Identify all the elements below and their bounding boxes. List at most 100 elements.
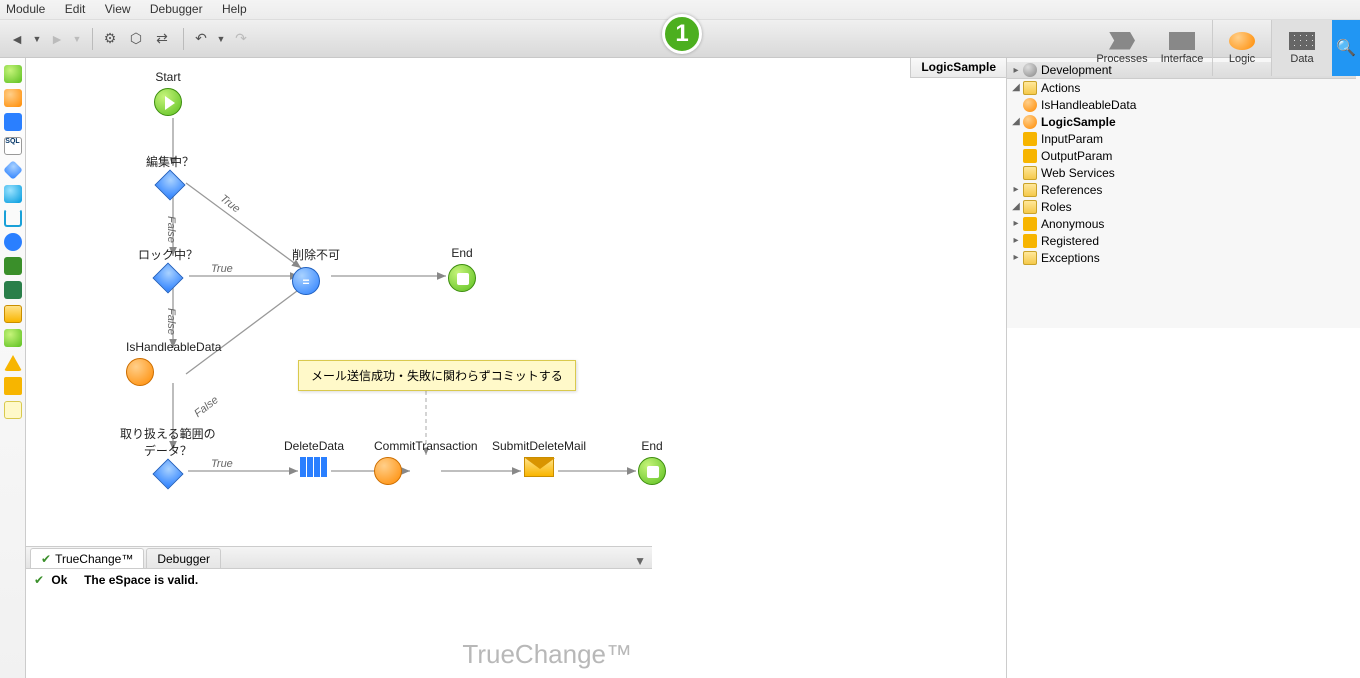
tool-end-icon[interactable]	[4, 329, 22, 347]
nav-forward-button[interactable]: ►	[46, 28, 68, 50]
undo-button[interactable]: ↶	[190, 28, 212, 50]
flow-canvas[interactable]: LogicSample False True True	[26, 58, 1006, 678]
navtabs: Processes Interface Logic Data 🔍	[1092, 20, 1360, 76]
interface-icon	[1169, 32, 1195, 50]
if-icon	[154, 169, 185, 200]
tool-if-icon[interactable]	[3, 160, 23, 180]
step-badge-1: 1	[662, 14, 702, 54]
tool-sql-icon[interactable]: SQL	[4, 137, 22, 155]
tree-references[interactable]: ▸ References	[1007, 181, 1356, 198]
input-param-icon	[1023, 132, 1037, 146]
node-end-label: End	[448, 246, 476, 260]
tab-debugger[interactable]: Debugger	[146, 548, 221, 568]
redo-button[interactable]: ↷	[230, 28, 252, 50]
node-aggregate-label: DeleteData	[284, 439, 344, 453]
tool-foreach-icon[interactable]	[4, 209, 22, 227]
tool-excel-to-recordlist-icon[interactable]	[4, 281, 22, 299]
node-aggregate-deletedata[interactable]: DeleteData	[284, 439, 344, 481]
nav-back-button[interactable]: ◄	[6, 28, 28, 50]
edge-label-true: True	[218, 193, 243, 216]
tool-comment-icon[interactable]	[4, 401, 22, 419]
menu-module[interactable]: Module	[6, 2, 45, 16]
tree-ishandleable-label: IsHandleableData	[1041, 98, 1136, 112]
tool-sendmail-icon[interactable]	[4, 305, 22, 323]
node-action-commit[interactable]: CommitTransaction	[374, 439, 478, 485]
node-action-ishandleable[interactable]: IsHandleableData	[126, 340, 221, 386]
search-icon: 🔍	[1336, 38, 1356, 58]
node-if-editing-label: 編集中？	[146, 153, 194, 170]
navtab-processes[interactable]: Processes	[1092, 20, 1152, 76]
node-start[interactable]: Start	[154, 70, 182, 116]
nav-back-dropdown[interactable]: ▼	[32, 28, 42, 50]
tree-role-anonymous[interactable]: ▸ Anonymous	[1007, 215, 1356, 232]
tool-start-icon[interactable]	[4, 65, 22, 83]
node-mail-submit[interactable]: SubmitDeleteMail	[492, 439, 586, 481]
gear-icon[interactable]: ⚙	[99, 28, 121, 50]
node-if-range[interactable]: 取り扱える範囲の データ？	[120, 425, 216, 488]
canvas-tab[interactable]: LogicSample	[910, 58, 1006, 78]
tool-switch-icon[interactable]	[4, 185, 22, 203]
action-icon	[1023, 115, 1037, 129]
bottom-tabs: ✔ TrueChange™ Debugger ▼	[26, 547, 652, 569]
tree-actions[interactable]: ◢ Actions	[1007, 79, 1356, 96]
tree-inputparam-label: InputParam	[1041, 132, 1103, 146]
node-if-range-label1: 取り扱える範囲の	[120, 425, 216, 442]
node-end-2[interactable]: End	[638, 439, 666, 485]
tree-outputparam[interactable]: OutputParam	[1007, 147, 1356, 164]
tree-roles[interactable]: ◢ Roles	[1007, 198, 1356, 215]
properties-panel	[1007, 328, 1360, 678]
tree-references-label: References	[1041, 183, 1102, 197]
tool-raise-icon[interactable]	[4, 377, 22, 395]
bottom-collapse-icon[interactable]: ▼	[634, 554, 646, 568]
tool-action-icon[interactable]	[4, 89, 22, 107]
logic-icon	[1229, 32, 1255, 50]
undo-dropdown[interactable]: ▼	[216, 28, 226, 50]
node-end-1[interactable]: End	[448, 246, 476, 292]
status-ok: Ok	[51, 573, 67, 587]
tree-logicsample[interactable]: ◢ LogicSample	[1007, 113, 1356, 130]
tree-exceptions[interactable]: ▸ Exceptions	[1007, 249, 1356, 266]
tree-role-registered[interactable]: ▸ Registered	[1007, 232, 1356, 249]
tree-inputparam[interactable]: InputParam	[1007, 130, 1356, 147]
tool-aggregate-icon[interactable]	[4, 113, 22, 131]
menu-edit[interactable]: Edit	[65, 2, 86, 16]
navtab-data[interactable]: Data	[1272, 20, 1332, 76]
tree-ishandleable[interactable]: IsHandleableData	[1007, 96, 1356, 113]
assign-icon: =	[292, 267, 320, 295]
navtab-interface[interactable]: Interface	[1152, 20, 1212, 76]
navtab-logic[interactable]: Logic	[1212, 20, 1272, 76]
watermark: TrueChange™	[462, 639, 632, 670]
navtab-search[interactable]: 🔍	[1332, 20, 1360, 76]
aggregate-icon	[300, 457, 328, 477]
node-comment[interactable]: メール送信成功・失敗に関わらずコミットする	[298, 360, 576, 391]
tree-webservices[interactable]: Web Services	[1007, 164, 1356, 181]
folder-icon	[1023, 183, 1037, 197]
tool-assign-icon[interactable]	[4, 233, 22, 251]
compare-icon[interactable]: ⇄	[151, 28, 173, 50]
lock-icon	[1023, 217, 1037, 231]
navtab-interface-label: Interface	[1161, 53, 1204, 65]
node-if-locked[interactable]: ロック中？	[138, 246, 198, 292]
node-assign-nodelete[interactable]: 削除不可 =	[292, 246, 340, 295]
tool-recordlist-to-excel-icon[interactable]	[4, 257, 22, 275]
tool-exception-icon[interactable]	[4, 353, 22, 371]
menu-debugger[interactable]: Debugger	[150, 2, 203, 16]
tree-actions-label: Actions	[1041, 81, 1080, 95]
if-icon	[152, 458, 183, 489]
merge-icon[interactable]: ⬡	[125, 28, 147, 50]
node-if-editing[interactable]: 編集中？	[146, 153, 194, 199]
folder-icon	[1023, 81, 1037, 95]
navtab-logic-label: Logic	[1229, 53, 1255, 65]
element-tree[interactable]: ▸ Development ◢ Actions IsHandleableData…	[1007, 58, 1360, 328]
globe-icon	[1023, 63, 1037, 77]
separator	[183, 28, 184, 50]
tree-exceptions-label: Exceptions	[1041, 251, 1100, 265]
body: SQL LogicSample	[0, 58, 1360, 678]
tab-truechange[interactable]: ✔ TrueChange™	[30, 548, 144, 568]
lock-icon	[1023, 234, 1037, 248]
nav-forward-dropdown[interactable]: ▼	[72, 28, 82, 50]
node-assign-label: 削除不可	[292, 246, 340, 263]
folder-icon	[1023, 200, 1037, 214]
menu-help[interactable]: Help	[222, 2, 247, 16]
menu-view[interactable]: View	[105, 2, 131, 16]
